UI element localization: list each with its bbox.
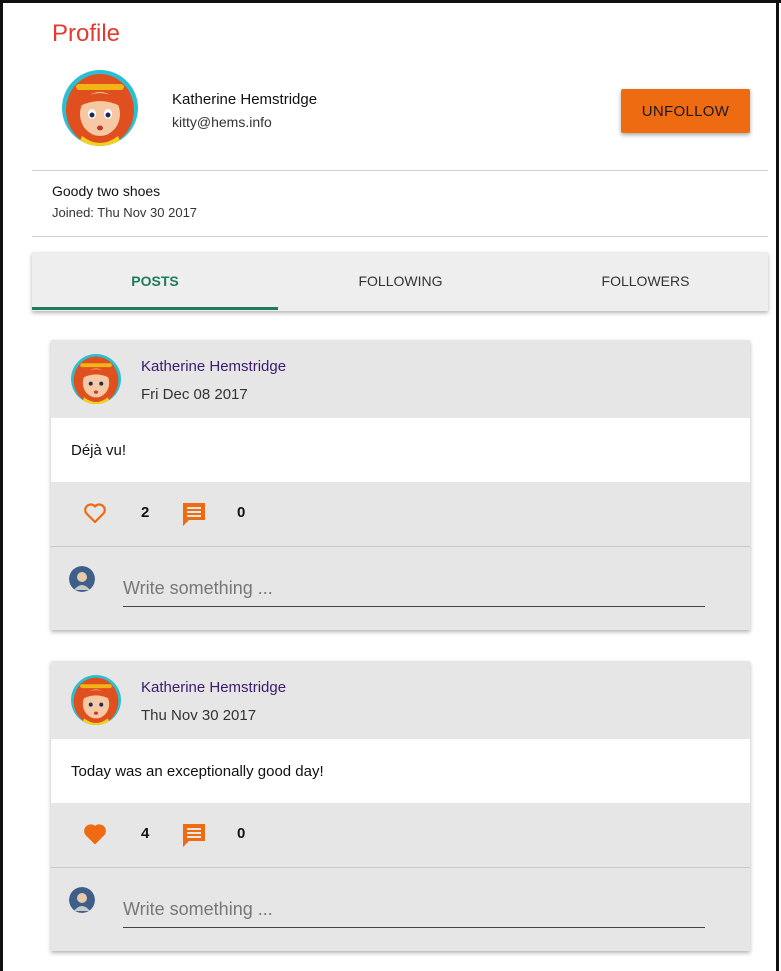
tab-followers[interactable]: FOLLOWERS [523,252,768,311]
profile-joined-date: Joined: Thu Nov 30 2017 [52,205,198,220]
comment-icon[interactable] [181,822,207,848]
like-count: 4 [141,825,150,842]
current-user-avatar [69,887,95,913]
heart-outline-icon[interactable] [83,502,107,524]
post-card: Katherine Hemstridge Thu Nov 30 2017 Tod… [51,661,750,951]
comment-input[interactable] [123,570,705,607]
post-date: Fri Dec 08 2017 [141,386,248,403]
profile-tabs: POSTS FOLLOWING FOLLOWERS [32,252,768,311]
like-count: 2 [141,504,150,521]
comment-input[interactable] [123,891,705,928]
user-avatar-icon [69,566,95,592]
post-author[interactable]: Katherine Hemstridge [141,358,286,375]
page-title: Profile [52,20,121,47]
post-text: Today was an exceptionally good day! [71,763,324,780]
profile-bio: Goody two shoes [52,183,161,199]
profile-email: kitty@hems.info [172,114,272,130]
tab-following[interactable]: FOLLOWING [278,252,523,311]
current-user-avatar [69,566,95,592]
post-date: Thu Nov 30 2017 [141,707,257,724]
post-card: Katherine Hemstridge Fri Dec 08 2017 Déj… [51,340,750,630]
girl-avatar-icon [62,70,138,146]
divider [51,546,750,547]
post-text: Déjà vu! [71,442,127,459]
heart-filled-icon[interactable] [83,823,107,845]
post-actions: 2 0 [51,482,750,546]
comment-icon[interactable] [181,501,207,527]
girl-avatar-icon [71,675,121,725]
post-author[interactable]: Katherine Hemstridge [141,679,286,696]
active-tab-indicator [32,307,278,310]
divider [32,236,768,237]
tab-posts[interactable]: POSTS [32,252,278,311]
divider [51,867,750,868]
post-actions: 4 0 [51,803,750,867]
post-author-avatar [71,675,121,725]
window-border-top [0,0,781,3]
window-border-right [776,0,779,971]
post-body: Déjà vu! [51,418,750,482]
girl-avatar-icon [71,354,121,404]
post-body: Today was an exceptionally good day! [51,739,750,803]
divider [32,170,768,171]
window-border-left [0,0,3,971]
unfollow-button[interactable]: UNFOLLOW [621,89,750,133]
profile-name: Katherine Hemstridge [172,91,318,108]
profile-avatar [62,70,138,146]
user-avatar-icon [69,887,95,913]
comment-count: 0 [237,825,246,842]
comment-count: 0 [237,504,246,521]
post-author-avatar [71,354,121,404]
